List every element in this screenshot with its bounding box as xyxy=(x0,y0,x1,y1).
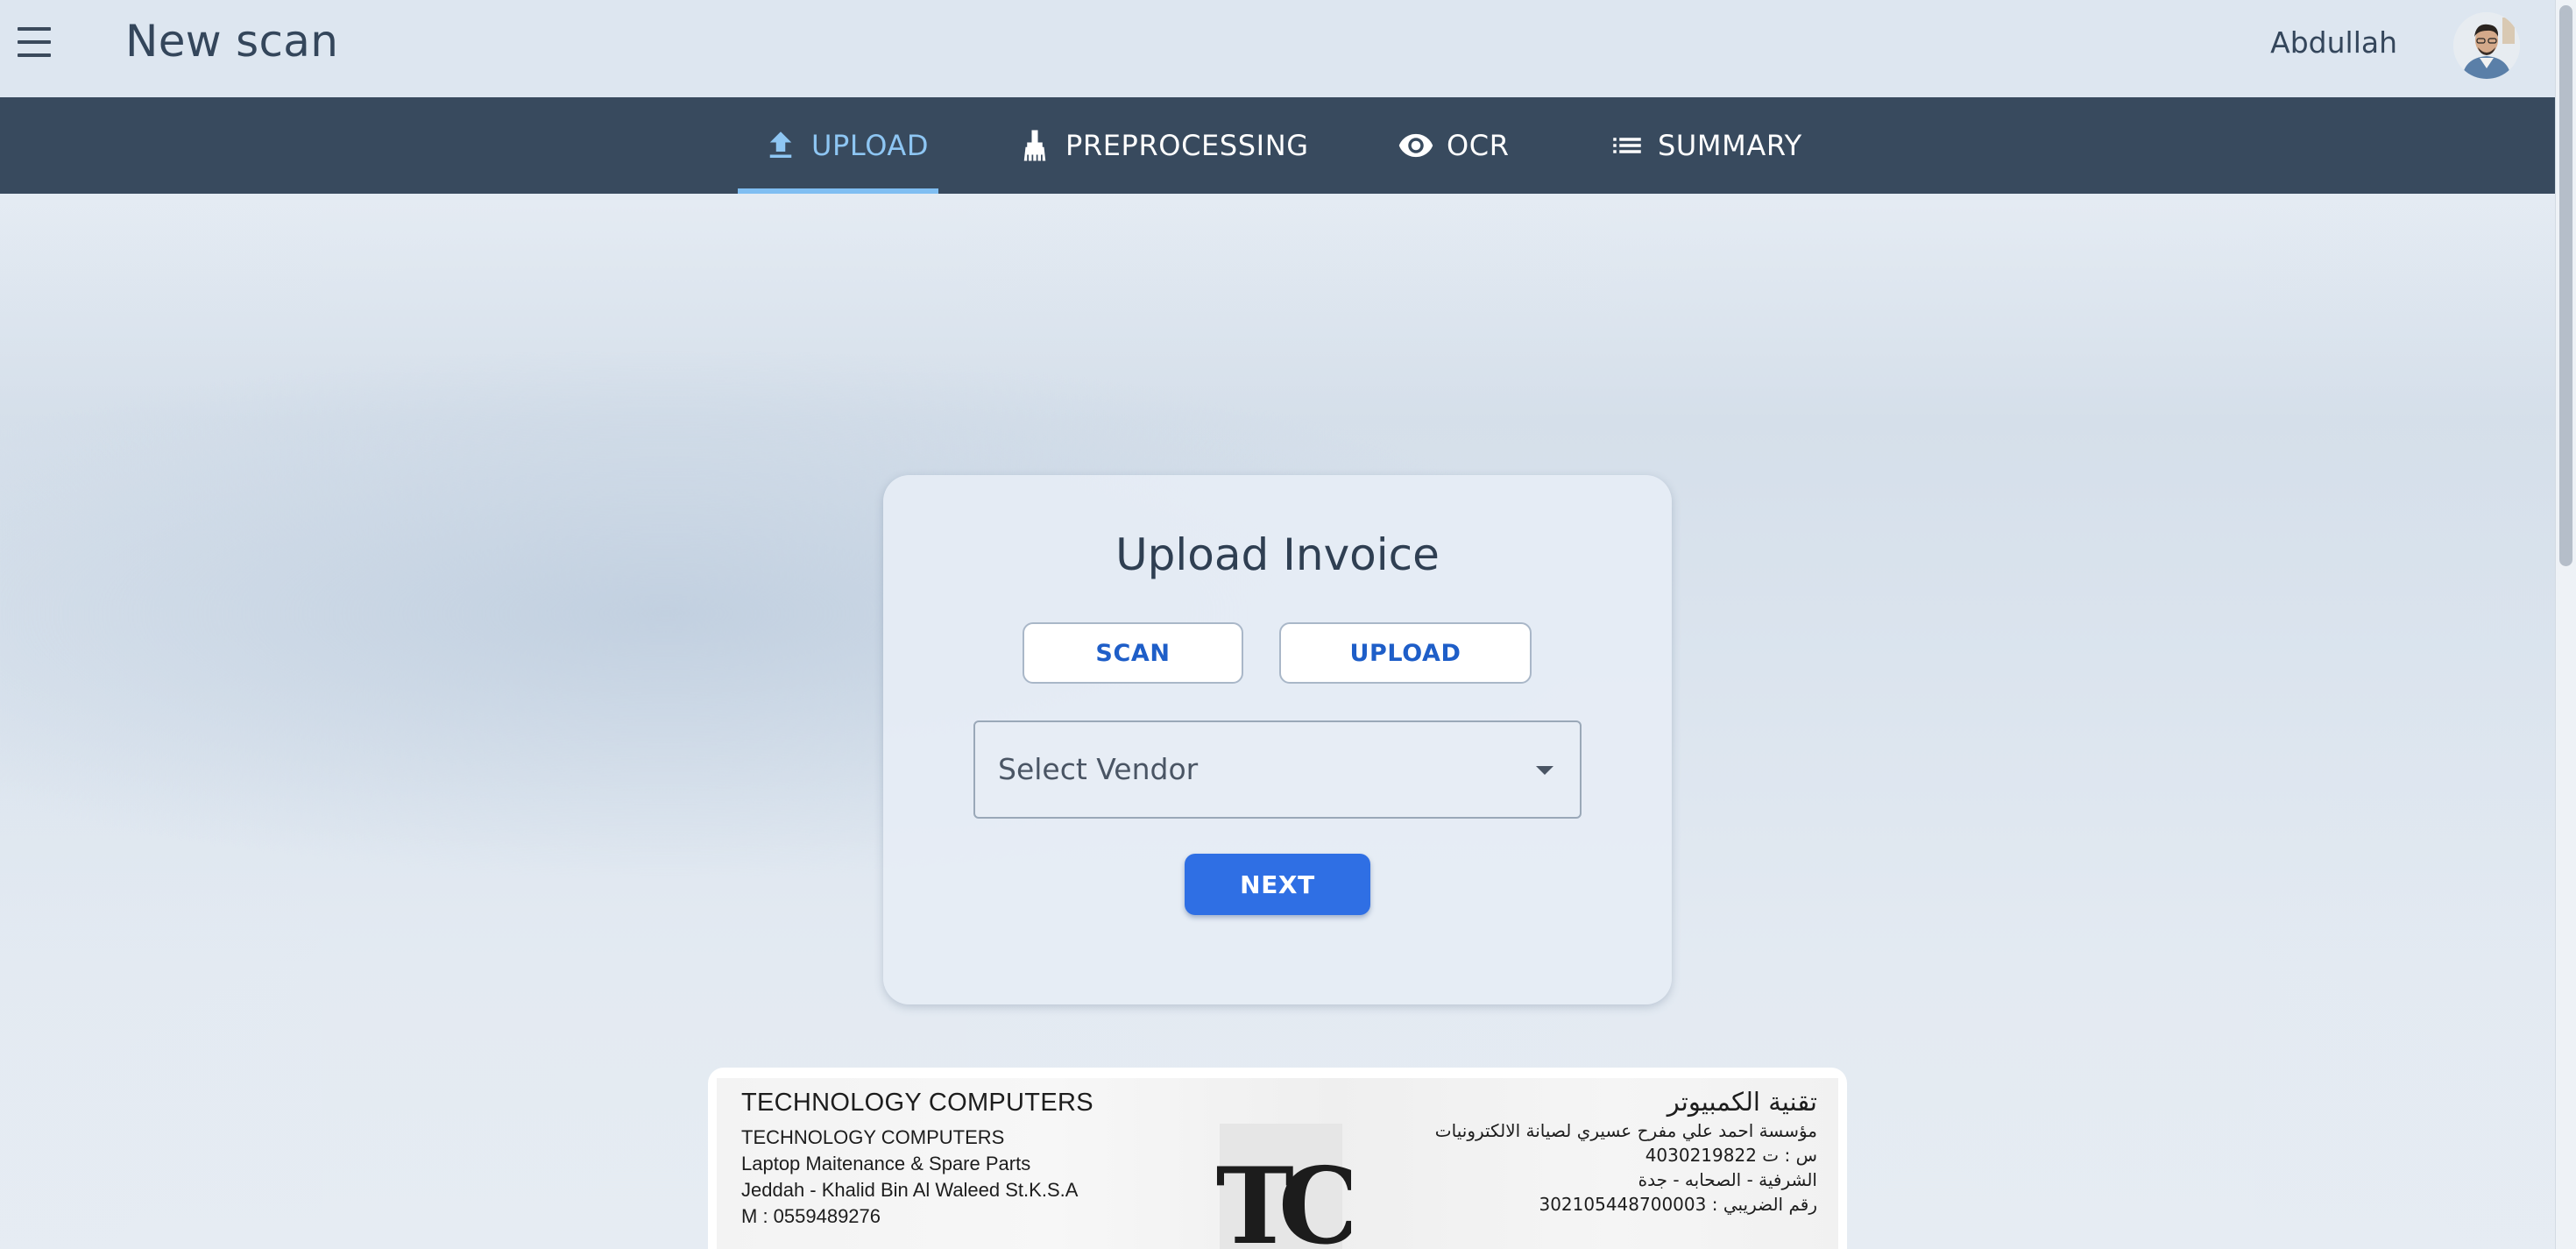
tab-label: UPLOAD xyxy=(811,129,930,162)
invoice-line-ar: مؤسسة احمد علي مفرح عسيري لصيانة الالكتر… xyxy=(1434,1120,1817,1141)
invoice-line-ar: رقم الضريبي : 302105448700003 xyxy=(1539,1194,1817,1215)
invoice-company-name-ar: تقنية الكمبيوتر xyxy=(1667,1087,1817,1117)
scrollbar-thumb[interactable] xyxy=(2559,5,2572,566)
svg-text:TC: TC xyxy=(1216,1145,1351,1249)
dropdown-arrow-icon xyxy=(1536,766,1553,775)
invoice-line: Laptop Maitenance & Spare Parts xyxy=(741,1153,1031,1174)
tab-upload[interactable]: UPLOAD xyxy=(762,97,929,194)
tab-label: OCR xyxy=(1447,129,1510,162)
active-tab-indicator xyxy=(738,188,938,194)
step-tabs: UPLOAD PREPROCESSING OCR SUMMARY xyxy=(0,97,2555,194)
card-title: Upload Invoice xyxy=(1115,529,1440,580)
invoice-line: M : 0559489276 xyxy=(741,1205,881,1227)
tab-ocr[interactable]: OCR xyxy=(1398,97,1510,194)
avatar[interactable] xyxy=(2453,12,2520,79)
invoice-line: Jeddah - Khalid Bin Al Waleed St.K.S.A xyxy=(741,1179,1079,1201)
user-name[interactable]: Abdullah xyxy=(2270,25,2397,60)
invoice-line-ar: س : ت 4030219822 xyxy=(1645,1145,1817,1166)
upload-button[interactable]: UPLOAD xyxy=(1279,622,1532,684)
tab-label: PREPROCESSING xyxy=(1065,129,1309,162)
eye-icon xyxy=(1398,133,1433,158)
page-scrollbar[interactable] xyxy=(2555,0,2576,1249)
vendor-select-placeholder: Select Vendor xyxy=(998,752,1199,786)
tab-summary[interactable]: SUMMARY xyxy=(1609,97,1802,194)
invoice-english-header: TECHNOLOGY COMPUTERS TECHNOLOGY COMPUTER… xyxy=(741,1089,1093,1228)
invoice-company-name: TECHNOLOGY COMPUTERS xyxy=(741,1089,1093,1117)
user-avatar-icon xyxy=(2453,12,2520,79)
page-title: New scan xyxy=(125,16,339,67)
invoice-line: TECHNOLOGY COMPUTERS xyxy=(741,1126,1005,1148)
tab-preprocessing[interactable]: PREPROCESSING xyxy=(1016,97,1309,194)
invoice-preview: TECHNOLOGY COMPUTERS TECHNOLOGY COMPUTER… xyxy=(708,1068,1847,1249)
list-icon xyxy=(1613,138,1641,153)
upload-invoice-card: Upload Invoice SCAN UPLOAD Select Vendor… xyxy=(883,475,1672,1004)
invoice-image: TECHNOLOGY COMPUTERS TECHNOLOGY COMPUTER… xyxy=(717,1078,1838,1249)
tab-label: SUMMARY xyxy=(1658,129,1802,162)
invoice-line-ar: الشرفية - الصحابه - جدة xyxy=(1638,1169,1817,1190)
scan-button[interactable]: SCAN xyxy=(1023,622,1243,684)
vendor-select[interactable]: Select Vendor xyxy=(973,720,1582,819)
broom-icon xyxy=(1023,130,1046,161)
hamburger-menu-icon[interactable] xyxy=(18,27,51,57)
app-bar: New scan Abdullah xyxy=(0,0,2555,97)
upload-icon xyxy=(769,131,792,158)
invoice-arabic-header: تقنية الكمبيوتر مؤسسة احمد علي مفرح عسير… xyxy=(1435,1087,1817,1215)
company-logo: TC xyxy=(1216,1124,1351,1249)
next-button[interactable]: NEXT xyxy=(1185,854,1370,915)
